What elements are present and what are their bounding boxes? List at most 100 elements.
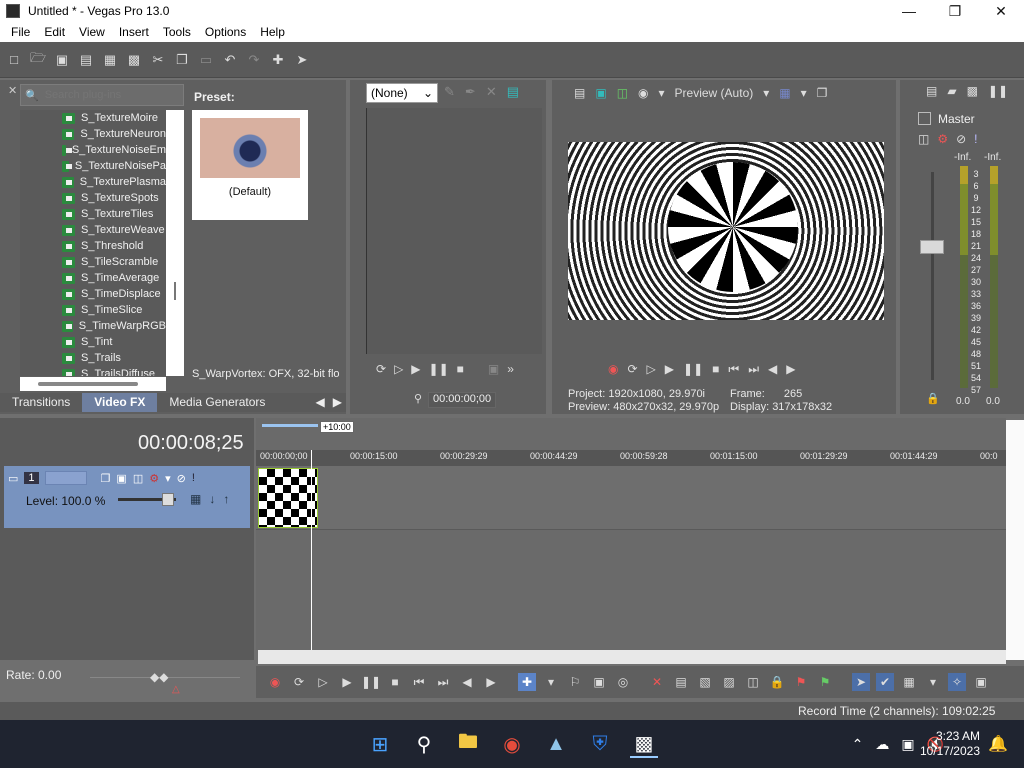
chevron-up-icon[interactable]: ⌃ — [852, 736, 864, 753]
stop-icon[interactable]: ■ — [457, 362, 464, 376]
go-to-end-icon[interactable]: ⏭ — [748, 362, 759, 377]
windows-start-icon[interactable]: ⊞ — [366, 730, 394, 758]
file-explorer-icon[interactable]: 🖿 — [454, 730, 482, 758]
go-to-end-icon[interactable]: ⏭ — [434, 673, 452, 691]
lock-icon[interactable]: 🔒 — [926, 392, 940, 405]
compositing-icon[interactable]: ▣ — [116, 472, 126, 485]
menu-insert[interactable]: Insert — [112, 25, 156, 39]
preview-properties-icon[interactable]: ▤ — [574, 86, 585, 100]
bypass-icon[interactable]: ⊘ — [956, 132, 966, 146]
track-bypass-icon[interactable]: ⊘ — [177, 472, 186, 485]
lock-envelopes-icon[interactable]: ✧ — [948, 673, 966, 691]
snapping-icon[interactable]: ✔ — [876, 673, 894, 691]
save-as-icon[interactable]: ▤ — [76, 50, 96, 70]
time-ruler[interactable]: 00:00:00;00 00:00:15:00 00:00:29:29 00:0… — [256, 450, 1006, 466]
play-icon[interactable]: ▶ — [411, 362, 420, 376]
play-from-start-icon[interactable]: ▷ — [314, 673, 332, 691]
loop-region-bar[interactable] — [262, 424, 318, 427]
cut-icon[interactable]: ✂ — [148, 50, 168, 70]
mute-icon[interactable]: ! — [974, 132, 977, 146]
cloud-icon[interactable]: ☁ — [875, 736, 889, 753]
edit-tool-dropdown-icon[interactable]: ▾ — [542, 673, 560, 691]
list-item[interactable]: S_Trails — [20, 350, 166, 366]
properties-icon[interactable]: ▩ — [124, 50, 144, 70]
stop-icon[interactable]: ■ — [386, 673, 404, 691]
fx-gear-icon[interactable]: ⚙ — [937, 132, 948, 146]
trim-monitor-icon[interactable]: ▤ — [507, 84, 519, 100]
split-screen-icon[interactable]: ◫ — [617, 86, 628, 100]
track-minimize-icon[interactable]: ▭ — [8, 472, 18, 485]
list-item[interactable]: S_TrailsDiffuse — [20, 366, 166, 376]
list-item[interactable]: S_TexturePlasma — [20, 174, 166, 190]
menu-tools[interactable]: Tools — [156, 25, 198, 39]
maximize-icon[interactable]: ❐ — [932, 3, 978, 20]
plugin-list-hscroll[interactable] — [20, 377, 166, 391]
list-item[interactable]: S_Tint — [20, 334, 166, 350]
defender-shield-icon[interactable]: ⛨ — [586, 730, 614, 758]
rate-slider-knob[interactable]: ◆◆ — [150, 670, 168, 684]
add-to-timeline-icon[interactable]: ▣ — [488, 362, 499, 376]
stop-icon[interactable]: ■ — [712, 362, 719, 377]
ripple-mode-icon[interactable]: ▦ — [900, 673, 918, 691]
list-item[interactable]: S_TextureSpots — [20, 190, 166, 206]
copy-snapshot-icon[interactable]: ❐ — [817, 86, 828, 100]
search-input[interactable] — [44, 89, 175, 101]
new-file-icon[interactable]: □ — [4, 50, 24, 70]
insert-marker-icon[interactable]: ⚑ — [792, 673, 810, 691]
record-overlay-icon[interactable]: ◉ — [638, 86, 648, 100]
photos-icon[interactable]: ▲ — [542, 730, 570, 758]
enable-snapping-icon[interactable]: ✚ — [268, 50, 288, 70]
pause-icon[interactable]: ❚❚ — [429, 362, 449, 376]
zoom-tool-icon[interactable]: ◎ — [614, 673, 632, 691]
vegas-taskbar-icon[interactable]: ▩ — [630, 730, 658, 758]
paste-icon[interactable]: ▭ — [196, 50, 216, 70]
trim-start-icon[interactable]: ▧ — [696, 673, 714, 691]
external-monitor-icon[interactable]: ▣ — [595, 86, 606, 100]
grid-dropdown-icon[interactable]: ▾ — [801, 86, 807, 100]
video-event[interactable] — [258, 468, 318, 528]
ignore-grouping-icon[interactable]: ▣ — [972, 673, 990, 691]
tab-video-fx[interactable]: Video FX — [82, 393, 158, 412]
lock-events-icon[interactable]: 🔒 — [768, 673, 786, 691]
play-icon[interactable]: ▶ — [665, 362, 674, 377]
trim-icon[interactable]: ▤ — [672, 673, 690, 691]
render-icon[interactable]: ▦ — [100, 50, 120, 70]
quality-dropdown-icon[interactable]: ▾ — [763, 86, 769, 100]
master-fader[interactable] — [920, 240, 944, 254]
ripple-mode-dropdown-icon[interactable]: ▾ — [924, 673, 942, 691]
split-icon[interactable]: ◫ — [744, 673, 762, 691]
menu-view[interactable]: View — [72, 25, 112, 39]
trim-clear-icon[interactable]: ✕ — [486, 84, 497, 100]
trimmer-select[interactable]: (None) ⌄ — [366, 83, 438, 103]
trim-edit-icon[interactable]: ✒ — [465, 84, 476, 100]
next-frame-icon[interactable]: ▶ — [786, 362, 795, 377]
copy-icon[interactable]: ❐ — [172, 50, 192, 70]
make-parent-icon[interactable]: ↑ — [223, 492, 229, 506]
previous-frame-icon[interactable]: ◀ — [768, 362, 777, 377]
playhead[interactable] — [311, 450, 312, 650]
loop-icon[interactable]: ⟳ — [376, 362, 386, 376]
notification-bell-icon[interactable]: 🔔 — [988, 734, 1008, 754]
list-item[interactable]: S_TimeAverage — [20, 270, 166, 286]
insert-region-icon[interactable]: ⚑ — [816, 673, 834, 691]
panel-close-icon[interactable]: ✕ — [8, 84, 17, 102]
list-item[interactable]: S_TextureWeave — [20, 222, 166, 238]
previous-frame-icon[interactable]: ◀ — [458, 673, 476, 691]
envelope-tool-icon[interactable]: ⚐ — [566, 673, 584, 691]
chrome-icon[interactable]: ◉ — [498, 730, 526, 758]
mixer-properties-icon[interactable]: ▤ — [926, 84, 937, 98]
list-item[interactable]: S_TextureNeuron — [20, 126, 166, 142]
tab-scroll-right-icon[interactable]: ▶ — [329, 393, 346, 412]
network-icon[interactable]: ▣ — [901, 736, 914, 753]
delete-icon[interactable]: ✕ — [648, 673, 666, 691]
pause-icon[interactable]: ❚❚ — [683, 362, 703, 377]
dim-output-icon[interactable]: ▩ — [967, 84, 978, 98]
video-track-lane[interactable] — [256, 466, 1006, 530]
list-item[interactable]: S_TimeDisplace — [20, 286, 166, 302]
preset-default[interactable]: (Default) — [192, 110, 308, 220]
go-to-start-icon[interactable]: ⏮ — [410, 673, 428, 691]
preview-quality[interactable]: Preview (Auto) — [675, 86, 754, 100]
composite-mode-icon[interactable]: ▦ — [190, 492, 201, 506]
go-to-start-icon[interactable]: ⏮ — [728, 362, 739, 377]
more-icon[interactable]: » — [507, 362, 514, 376]
